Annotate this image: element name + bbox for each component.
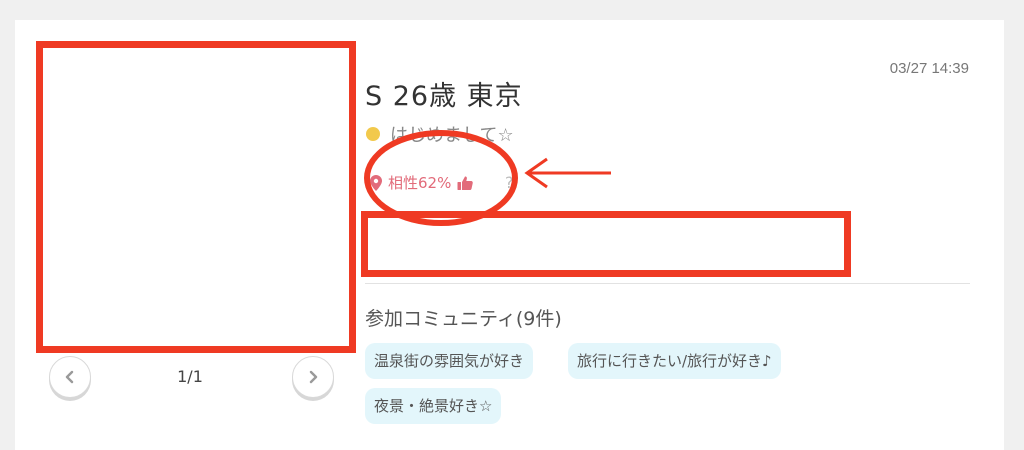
profile-name: S 26歳 東京 [365,81,523,112]
chevron-left-icon [65,370,74,384]
photo-pager: 1/1 [177,367,203,386]
community-tag[interactable]: 温泉街の雰囲気が好き [365,343,534,379]
post-timestamp: 03/27 14:39 [889,60,969,77]
community-section-title: 参加コミュニティ(9件) [365,308,562,330]
community-tag[interactable]: 夜景・絶景好き☆ [365,388,502,424]
chevron-right-icon [309,370,318,384]
annotation-arrow [523,155,613,199]
info-redaction-box [361,211,851,277]
photo-redaction-box [36,41,356,353]
section-divider [365,283,970,284]
status-dot-icon [366,127,380,141]
next-photo-button[interactable] [292,356,334,398]
prev-photo-button[interactable] [49,356,91,398]
community-tag[interactable]: 旅行に行きたい/旅行が好き♪ [568,343,781,379]
